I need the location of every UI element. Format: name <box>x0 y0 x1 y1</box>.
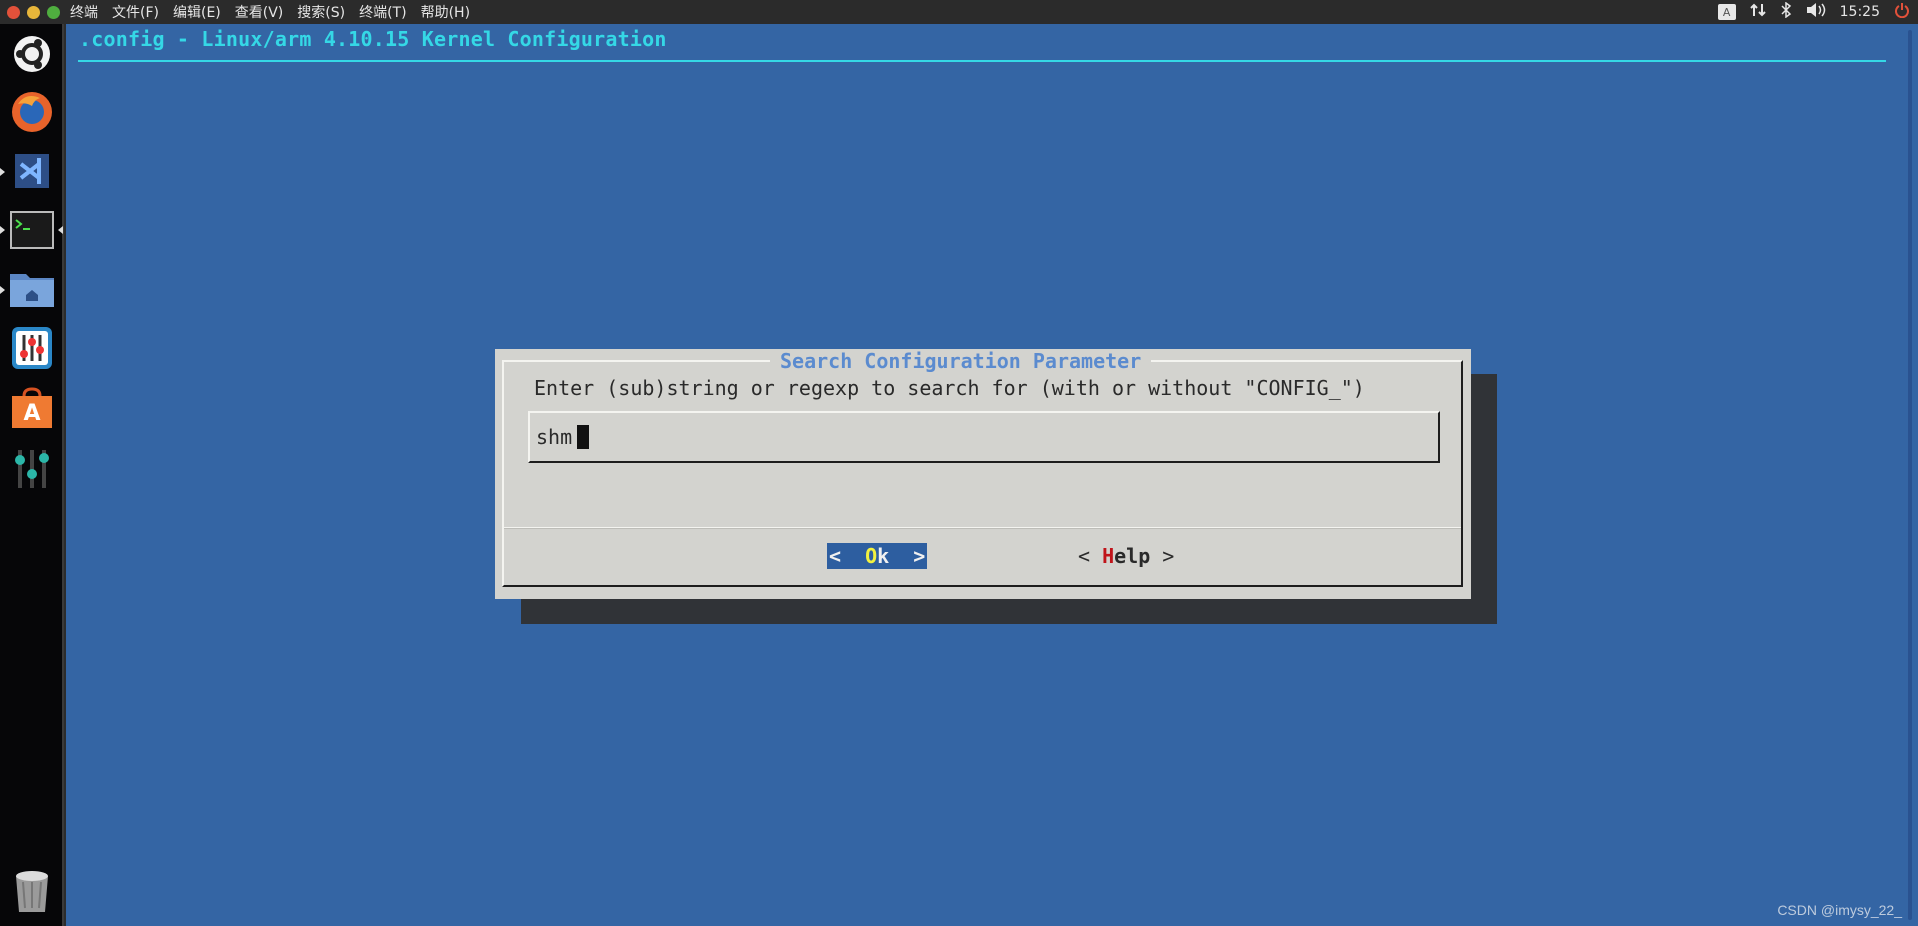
svg-text:A: A <box>23 401 40 426</box>
system-tray: A 15:25 <box>1717 0 1918 24</box>
ok-label-rest: k > <box>877 544 926 568</box>
minimize-window-button[interactable] <box>27 5 40 19</box>
keyboard-indicator-icon[interactable]: A <box>1717 4 1736 20</box>
volume-icon[interactable] <box>1806 2 1826 22</box>
menu-view[interactable]: 查看(V) <box>235 2 284 22</box>
settings-sliders-icon[interactable] <box>9 325 55 371</box>
ok-bracket-open: < <box>829 544 866 568</box>
help-hotkey: H <box>1102 544 1115 568</box>
top-panel: 终端 文件(F) 编辑(E) 查看(V) 搜索(S) 终端(T) 帮助(H) A… <box>0 0 1918 24</box>
terminal-scrollbar[interactable] <box>1903 24 1918 926</box>
menu-file[interactable]: 文件(F) <box>112 2 159 22</box>
trash-icon[interactable] <box>9 868 55 914</box>
running-indicator <box>0 286 5 294</box>
files-home-icon[interactable] <box>9 266 55 312</box>
ubuntu-dash-icon[interactable] <box>9 31 55 77</box>
help-bracket-open: < <box>1078 544 1103 568</box>
search-dialog: Search Configuration Parameter Enter (su… <box>495 349 1471 599</box>
page-title: .config - Linux/arm 4.10.15 Kernel Confi… <box>79 27 667 51</box>
menu-search[interactable]: 搜索(S) <box>297 2 345 22</box>
title-divider <box>78 60 1886 62</box>
help-bracket-close: > <box>1150 544 1175 568</box>
mixer-icon[interactable] <box>9 445 55 491</box>
running-indicator <box>0 226 5 234</box>
maximize-window-button[interactable] <box>47 5 60 19</box>
focused-indicator <box>58 226 63 234</box>
help-label-rest: elp <box>1114 544 1151 568</box>
terminal-icon[interactable] <box>9 207 55 253</box>
text-cursor <box>577 425 589 449</box>
running-indicator <box>0 168 5 176</box>
dialog-separator <box>504 527 1461 529</box>
software-center-icon[interactable]: A <box>9 385 55 431</box>
ok-hotkey: O <box>865 544 878 568</box>
vscode-icon[interactable] <box>9 148 55 194</box>
dialog-prompt: Enter (sub)string or regexp to search fo… <box>534 376 1365 400</box>
network-icon[interactable] <box>1749 2 1766 22</box>
menu-app-terminal[interactable]: 终端 <box>70 2 98 22</box>
clock[interactable]: 15:25 <box>1840 4 1880 20</box>
close-window-button[interactable] <box>7 5 20 19</box>
search-input[interactable] <box>536 425 1396 449</box>
help-button[interactable]: < Help > <box>1078 543 1174 569</box>
terminal-window[interactable]: .config - Linux/arm 4.10.15 Kernel Confi… <box>66 24 1903 926</box>
ok-button[interactable]: < Ok > <box>827 543 928 569</box>
dialog-title: Search Configuration Parameter <box>770 349 1152 373</box>
menu-bar: 终端 文件(F) 编辑(E) 查看(V) 搜索(S) 终端(T) 帮助(H) <box>70 2 470 22</box>
menu-terminal[interactable]: 终端(T) <box>359 2 406 22</box>
bluetooth-icon[interactable] <box>1780 1 1792 22</box>
menu-edit[interactable]: 编辑(E) <box>173 2 221 22</box>
firefox-icon[interactable] <box>9 89 55 135</box>
power-icon[interactable] <box>1894 2 1910 22</box>
search-input-box[interactable] <box>528 411 1440 463</box>
launcher: A <box>0 24 64 926</box>
window-controls <box>7 5 60 19</box>
watermark: CSDN @imysy_22_ <box>1777 902 1902 918</box>
menu-help[interactable]: 帮助(H) <box>421 2 470 22</box>
scrollbar-thumb[interactable] <box>1908 30 1912 920</box>
